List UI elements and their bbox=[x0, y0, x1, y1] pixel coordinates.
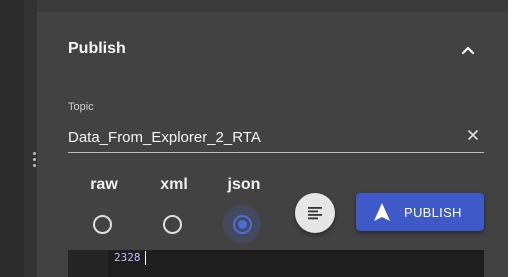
message-editor[interactable]: 2328 bbox=[68, 250, 484, 277]
panel-top-bar bbox=[37, 0, 508, 12]
clear-topic-button[interactable] bbox=[466, 128, 480, 142]
topic-input[interactable] bbox=[68, 126, 448, 148]
close-icon bbox=[468, 130, 478, 140]
editor-content: 2328 bbox=[114, 251, 141, 264]
radio-xml[interactable] bbox=[163, 215, 182, 234]
app-window: Publish Topic raw xml json bbox=[0, 0, 514, 277]
panel-title: Publish bbox=[68, 40, 126, 57]
format-label-raw: raw bbox=[90, 176, 118, 193]
format-option-xml[interactable]: xml bbox=[154, 176, 194, 246]
format-option-raw[interactable]: raw bbox=[84, 176, 124, 246]
format-label-json: json bbox=[227, 176, 261, 193]
format-document-button[interactable] bbox=[295, 193, 335, 233]
publish-label: PUBLISH bbox=[404, 205, 462, 220]
radio-raw[interactable] bbox=[93, 215, 112, 234]
left-sidebar bbox=[0, 0, 37, 277]
editor-gutter bbox=[68, 250, 108, 277]
format-label-xml: xml bbox=[160, 176, 188, 193]
format-align-icon bbox=[308, 207, 322, 220]
right-margin bbox=[508, 0, 514, 277]
radio-json[interactable] bbox=[233, 215, 252, 234]
text-cursor bbox=[145, 251, 146, 265]
sidebar-divider bbox=[24, 0, 37, 277]
send-icon bbox=[374, 203, 390, 221]
chevron-up-icon bbox=[461, 46, 475, 55]
collapse-button[interactable] bbox=[458, 40, 478, 60]
publish-button[interactable]: PUBLISH bbox=[356, 193, 484, 231]
format-option-json[interactable]: json bbox=[223, 176, 264, 246]
topic-underline bbox=[68, 152, 484, 153]
topic-label: Topic bbox=[68, 101, 94, 113]
